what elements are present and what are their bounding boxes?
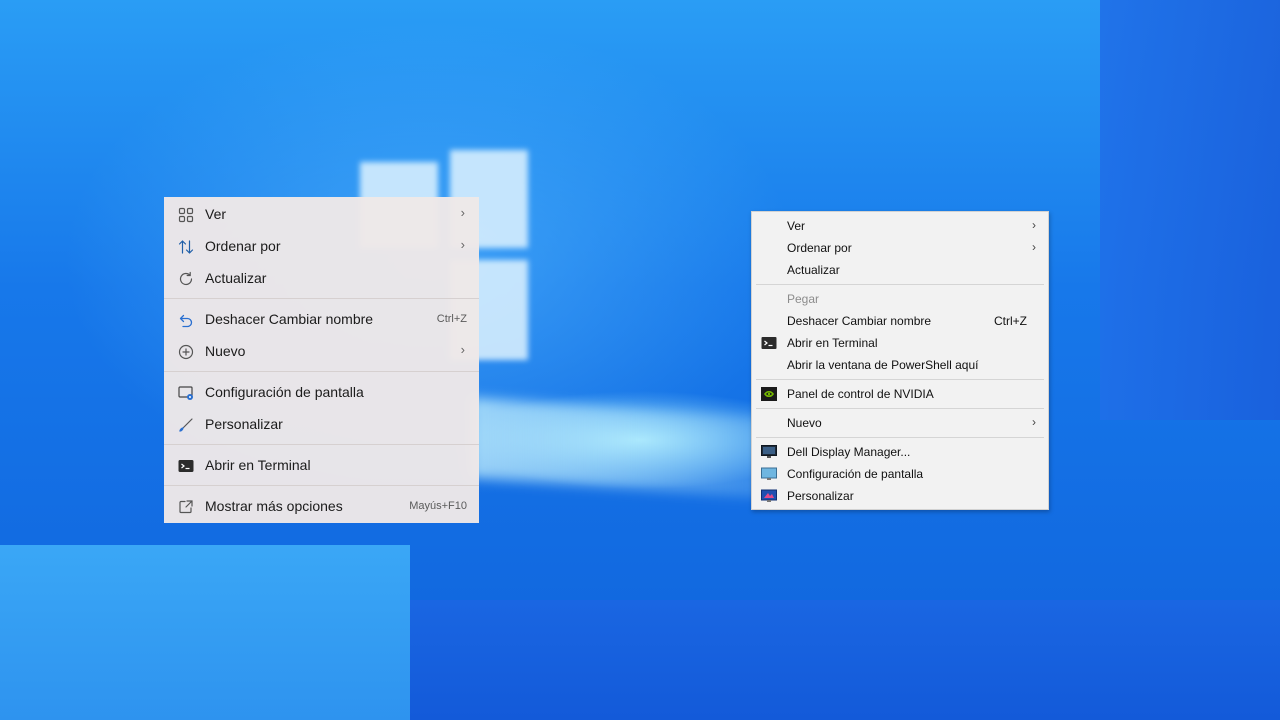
classic-item-actualizar[interactable]: Actualizar — [752, 259, 1048, 281]
menu-item-abrir-terminal[interactable]: Abrir en Terminal — [164, 449, 479, 481]
display-settings-icon — [177, 384, 194, 401]
menu-item-label: Abrir en Terminal — [787, 336, 878, 350]
menu-item-label: Panel de control de NVIDIA — [787, 387, 934, 401]
classic-item-pegar: Pegar — [752, 288, 1048, 310]
menu-item-label: Abrir la ventana de PowerShell aquí — [787, 358, 979, 372]
grid-icon — [177, 206, 194, 223]
shortcut-text: Ctrl+Z — [994, 314, 1027, 328]
menu-item-label: Ver — [787, 219, 806, 233]
menu-item-personalizar[interactable]: Personalizar — [164, 408, 479, 440]
menu-item-label: Configuración de pantalla — [205, 384, 364, 400]
display-settings-icon — [761, 466, 777, 482]
menu-item-label: Deshacer Cambiar nombre — [205, 311, 374, 327]
menu-item-label: Actualizar — [787, 263, 840, 277]
desktop-wall — [1100, 0, 1280, 420]
menu-separator — [756, 437, 1044, 438]
classic-item-powershell[interactable]: Abrir la ventana de PowerShell aquí — [752, 354, 1048, 376]
classic-item-nuevo[interactable]: Nuevo › — [752, 412, 1048, 434]
shortcut-text: Mayús+F10 — [409, 500, 467, 512]
classic-item-nvidia[interactable]: Panel de control de NVIDIA — [752, 383, 1048, 405]
classic-item-ordenar-por[interactable]: Ordenar por › — [752, 237, 1048, 259]
terminal-icon — [177, 457, 194, 474]
menu-separator — [756, 284, 1044, 285]
monitor-icon — [761, 444, 777, 460]
sort-icon — [177, 238, 194, 255]
menu-separator — [164, 485, 479, 486]
menu-item-label: Deshacer Cambiar nombre — [787, 314, 932, 328]
menu-item-label: Pegar — [787, 292, 820, 306]
menu-separator — [756, 379, 1044, 380]
classic-item-personalizar[interactable]: Personalizar — [752, 485, 1048, 507]
menu-item-label: Ver — [205, 206, 227, 222]
menu-separator — [164, 444, 479, 445]
menu-item-deshacer[interactable]: Deshacer Cambiar nombre Ctrl+Z — [164, 303, 479, 335]
menu-item-label: Dell Display Manager... — [787, 445, 911, 459]
classic-item-abrir-terminal[interactable]: Abrir en Terminal — [752, 332, 1048, 354]
chevron-right-icon: › — [460, 205, 465, 220]
brush-icon — [177, 416, 194, 433]
shortcut-text: Ctrl+Z — [436, 313, 467, 325]
menu-item-label: Nuevo — [787, 416, 822, 430]
menu-item-label: Personalizar — [787, 489, 854, 503]
chevron-right-icon: › — [1032, 218, 1036, 232]
chevron-right-icon: › — [460, 237, 465, 252]
chevron-right-icon: › — [460, 342, 465, 357]
menu-item-label: Ordenar por — [205, 238, 281, 254]
desktop-floor-left — [0, 545, 410, 720]
chevron-right-icon: › — [1032, 240, 1036, 254]
more-options-icon — [177, 498, 194, 515]
chevron-right-icon: › — [1032, 415, 1036, 429]
classic-item-dell-display-manager[interactable]: Dell Display Manager... — [752, 441, 1048, 463]
menu-separator — [756, 408, 1044, 409]
desktop-floor-right — [410, 600, 1280, 720]
nvidia-icon — [761, 386, 777, 402]
menu-item-label: Mostrar más opciones — [205, 498, 343, 514]
menu-item-label: Nuevo — [205, 343, 246, 359]
terminal-icon — [761, 335, 777, 351]
menu-item-label: Abrir en Terminal — [205, 457, 311, 473]
classic-item-ver[interactable]: Ver › — [752, 215, 1048, 237]
personalize-icon — [761, 488, 777, 504]
menu-separator — [164, 371, 479, 372]
menu-item-label: Ordenar por — [787, 241, 852, 255]
plus-circle-icon — [177, 343, 194, 360]
menu-item-label: Configuración de pantalla — [787, 467, 924, 481]
menu-item-ver[interactable]: Ver › — [164, 198, 479, 230]
classic-item-deshacer[interactable]: Deshacer Cambiar nombre Ctrl+Z — [752, 310, 1048, 332]
menu-item-configuracion-pantalla[interactable]: Configuración de pantalla — [164, 376, 479, 408]
menu-item-label: Personalizar — [205, 416, 283, 432]
menu-item-mostrar-mas-opciones[interactable]: Mostrar más opciones Mayús+F10 — [164, 490, 479, 522]
menu-item-actualizar[interactable]: Actualizar — [164, 262, 479, 294]
menu-item-label: Actualizar — [205, 270, 267, 286]
classic-item-configuracion-pantalla[interactable]: Configuración de pantalla — [752, 463, 1048, 485]
menu-separator — [164, 298, 479, 299]
modern-context-menu: Ver › Ordenar por › Actualizar Deshacer … — [164, 197, 479, 523]
menu-item-ordenar-por[interactable]: Ordenar por › — [164, 230, 479, 262]
refresh-icon — [177, 270, 194, 287]
undo-icon — [177, 311, 194, 328]
classic-context-menu: Ver › Ordenar por › Actualizar Pegar Des… — [751, 211, 1049, 510]
menu-item-nuevo[interactable]: Nuevo › — [164, 335, 479, 367]
